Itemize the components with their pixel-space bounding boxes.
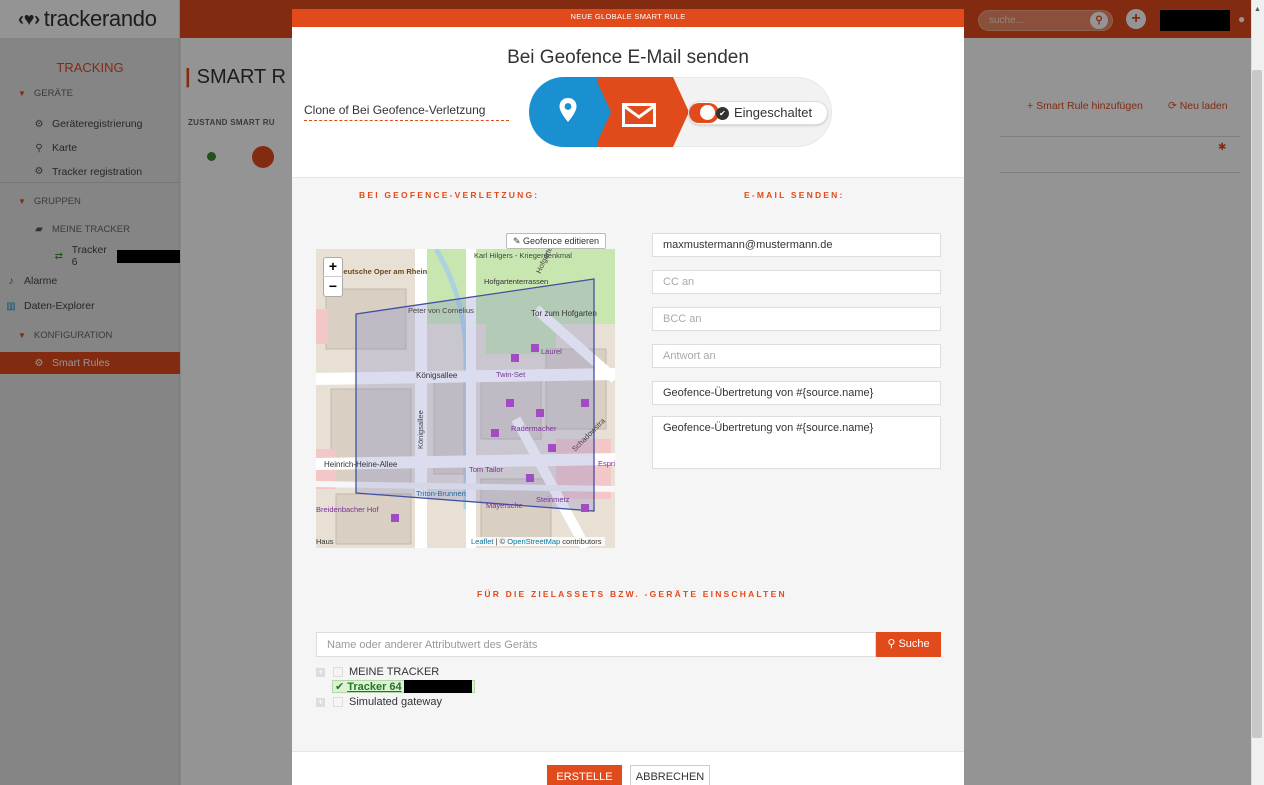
map-label: Peter von Cornelius — [408, 306, 474, 315]
geofence-edit-button[interactable]: ✎ Geofence editieren — [506, 233, 606, 249]
map-label: Tom Tailor — [469, 465, 504, 474]
tree-item-simulated-gateway[interactable]: + Simulated gateway — [316, 696, 442, 708]
map-label: Radermacher — [511, 424, 557, 433]
zoom-out-button[interactable]: − — [323, 277, 343, 297]
geofence-section-title: BEI GEOFENCE-VERLETZUNG: — [359, 190, 540, 200]
map-label: Steinmetz — [536, 495, 570, 504]
tree-item-label: MEINE TRACKER — [349, 666, 440, 678]
map-label: Twin-Set — [496, 370, 526, 379]
map-label: Breidenbacher Hof — [316, 505, 379, 514]
map-label: Deutsche Oper am Rhein — [338, 267, 428, 276]
toggle-label: Eingeschaltet — [734, 105, 813, 120]
map-attribution: Leaflet | © OpenStreetMap contributors — [468, 537, 605, 546]
create-button[interactable]: ERSTELLE — [547, 765, 622, 785]
rule-name-input[interactable]: Clone of Bei Geofence-Verletzung — [304, 103, 509, 121]
tree-item-label: Simulated gateway — [349, 696, 442, 708]
redacted-block — [403, 680, 472, 693]
map-label: Heinrich-Heine-Allee — [324, 460, 398, 469]
email-reply-to-field[interactable]: Antwort an — [652, 344, 941, 368]
attribution-separator: | © — [493, 537, 508, 546]
zoom-in-button[interactable]: + — [323, 257, 343, 277]
leaflet-link[interactable]: Leaflet — [471, 537, 494, 546]
map-label: Hofgartenterrassen — [484, 277, 549, 286]
map-label: Königsallee — [416, 410, 425, 449]
device-search-input[interactable]: Name oder anderer Attributwert des Gerät… — [316, 632, 876, 657]
smart-rule-modal: NEUE GLOBALE SMART RULE Bei Geofence E-M… — [292, 9, 964, 785]
tree-item-tracker-selected[interactable]: ✔ Tracker 64 — [332, 680, 475, 693]
toggle-switch[interactable] — [689, 103, 719, 123]
geofence-step-arrow — [595, 77, 611, 147]
map-label: Triton-Brunnen — [416, 489, 466, 498]
modal-title: Bei Geofence E-Mail senden — [507, 47, 749, 68]
email-step-arrow — [673, 77, 689, 147]
map-label: Mayersche — [486, 501, 523, 510]
geofence-edit-label: Geofence editieren — [522, 236, 600, 246]
map-marker-icon — [558, 97, 578, 126]
map-label: Haus — [316, 537, 334, 546]
map-label: Tor zum Hofgarten — [531, 309, 597, 318]
expand-icon[interactable]: + — [316, 697, 325, 707]
tree-checkbox[interactable] — [333, 697, 343, 707]
osm-link[interactable]: OpenStreetMap — [507, 537, 560, 546]
map-label: Karl Hilgers - Kriegerdenkmal — [474, 251, 572, 260]
device-search-button-label: Suche — [898, 638, 930, 650]
map-label: Laurel — [541, 347, 562, 356]
email-bcc-field[interactable]: BCC an — [652, 307, 941, 331]
tree-item-meine-tracker[interactable]: + MEINE TRACKER — [316, 666, 439, 678]
map-tiles — [316, 249, 615, 548]
email-cc-field[interactable]: CC an — [652, 270, 941, 294]
email-body-textarea[interactable]: Geofence-Übertretung von #{source.name} — [652, 416, 941, 469]
map-label: Königsallee — [416, 371, 458, 380]
tree-checkbox[interactable] — [333, 667, 343, 677]
modal-header-strip: NEUE GLOBALE SMART RULE — [292, 9, 964, 27]
cancel-button[interactable]: ABBRECHEN — [630, 765, 710, 785]
check-circle-icon: ✔ — [716, 107, 729, 120]
attribution-contributors: contributors — [560, 537, 602, 546]
envelope-icon — [622, 103, 656, 130]
geofence-map[interactable]: Deutsche Oper am Rhein Karl Hilgers - Kr… — [316, 249, 615, 548]
devices-section-title: FÜR DIE ZIELASSETS BZW. -GERÄTE EINSCHAL… — [477, 589, 787, 599]
check-icon: ✔ — [335, 681, 345, 693]
divider — [292, 751, 964, 752]
page-scrollbar-thumb[interactable] — [1252, 70, 1262, 738]
email-subject-field[interactable]: Geofence-Übertretung von #{source.name} — [652, 381, 941, 405]
scroll-up-arrow-icon[interactable]: ▲ — [1254, 6, 1261, 13]
email-to-field[interactable]: maxmustermann@mustermann.de — [652, 233, 941, 257]
map-label: Espri — [598, 459, 615, 468]
device-search-button[interactable]: ⚲ Suche — [876, 632, 941, 657]
tree-item-label: Tracker 64 — [347, 680, 402, 693]
expand-icon[interactable]: + — [316, 667, 325, 677]
email-section-title: E-MAIL SENDEN: — [744, 190, 845, 200]
